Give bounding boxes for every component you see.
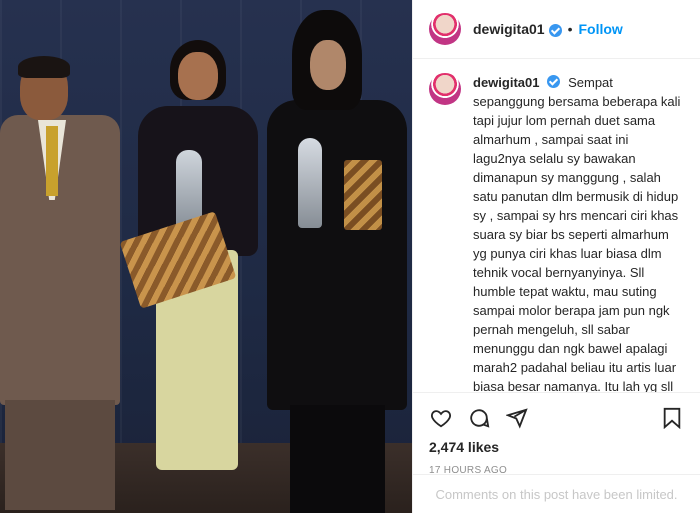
verified-icon [548, 23, 562, 37]
person-left-hair [18, 56, 70, 78]
header-separator: • [567, 21, 573, 37]
heart-icon[interactable] [429, 406, 453, 430]
post-caption: dewigita01 Sempat sepanggung bersama beb… [413, 59, 700, 392]
caption-body: dewigita01 Sempat sepanggung bersama beb… [473, 73, 683, 392]
caption-avatar[interactable] [429, 73, 461, 105]
instagram-post: dewigita01 • Follow dewigita01 Sempat se… [0, 0, 700, 513]
action-icons-row [429, 401, 684, 435]
person-right-legs [290, 405, 385, 513]
caption-username[interactable]: dewigita01 [473, 75, 539, 90]
post-photo[interactable] [0, 0, 412, 513]
comments-limited-notice: Comments on this post have been limited. [413, 474, 700, 502]
photo-person-right [262, 10, 412, 513]
share-icon[interactable] [505, 406, 529, 430]
person-right-body [267, 100, 407, 410]
batik-bag-right [344, 160, 382, 230]
post-side-panel: dewigita01 • Follow dewigita01 Sempat se… [412, 0, 700, 513]
post-header: dewigita01 • Follow [413, 0, 700, 59]
photo-person-left [0, 56, 120, 513]
post-actions: 2,474 likes 17 HOURS AGO [413, 392, 700, 476]
user-avatar[interactable] [429, 13, 461, 45]
likes-count[interactable]: 2,474 likes [429, 439, 684, 455]
caption-text: Sempat sepanggung bersama beberapa kali … [473, 75, 681, 392]
photo-person-center [119, 40, 268, 510]
verified-icon [547, 75, 561, 88]
person-right-face [310, 40, 346, 90]
person-center-face [178, 52, 218, 100]
follow-button[interactable]: Follow [579, 21, 623, 37]
bookmark-icon[interactable] [660, 406, 684, 430]
header-username[interactable]: dewigita01 [473, 21, 545, 37]
comment-icon[interactable] [467, 406, 491, 430]
person-left-tie [46, 126, 58, 196]
trophy-right [298, 138, 322, 228]
person-left-pants [5, 400, 115, 510]
